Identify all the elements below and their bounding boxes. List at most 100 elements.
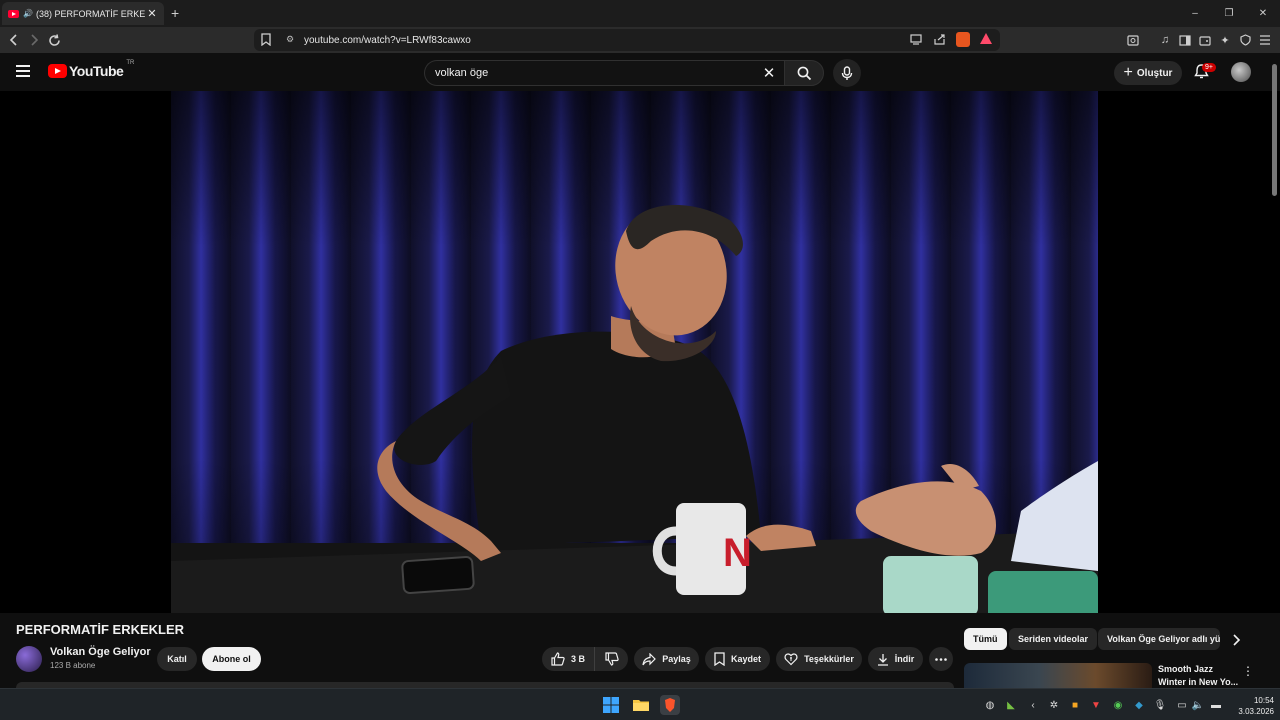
search-button[interactable] bbox=[784, 60, 824, 86]
page-scrollbar[interactable] bbox=[1272, 64, 1277, 196]
thanks-heart-icon bbox=[784, 653, 798, 666]
browser-tab-bar: 🔊 (38) PERFORMATİF ERKEKLER ✕ + – ❐ ✕ bbox=[0, 0, 1280, 27]
voice-search-button[interactable] bbox=[833, 59, 861, 87]
country-code: TR bbox=[126, 60, 135, 66]
address-bar[interactable]: ⚙ youtube.com/watch?v=LRWf83cawxo bbox=[254, 29, 1000, 51]
recommended-title[interactable]: Smooth Jazz Winter in New Yo... bbox=[1158, 663, 1240, 689]
tray-app-icon-4[interactable]: ✲ bbox=[1048, 699, 1060, 711]
battery-icon[interactable]: ▬ bbox=[1210, 699, 1222, 711]
browser-tab[interactable]: 🔊 (38) PERFORMATİF ERKEKLER ✕ bbox=[2, 2, 164, 25]
speaker-icon[interactable]: 🔊 bbox=[23, 9, 33, 18]
minimize-button[interactable]: – bbox=[1178, 0, 1212, 27]
browser-menu-icon[interactable] bbox=[1258, 33, 1272, 47]
search-icon bbox=[797, 66, 811, 80]
brave-rewards-icon[interactable] bbox=[980, 33, 992, 44]
mug-logo: N bbox=[723, 531, 752, 575]
recommended-more-icon[interactable]: ⋮ bbox=[1242, 664, 1254, 678]
url-text: youtube.com/watch?v=LRWf83cawxo bbox=[304, 34, 471, 46]
share-icon bbox=[642, 652, 657, 665]
antivirus-tray-icon[interactable]: ▼ bbox=[1090, 699, 1102, 711]
chip-all[interactable]: Tümü bbox=[964, 628, 1007, 650]
youtube-play-icon bbox=[48, 64, 67, 78]
share-label: Paylaş bbox=[662, 654, 691, 664]
search-input[interactable]: volkan öge bbox=[424, 60, 784, 86]
join-label: Katıl bbox=[167, 654, 187, 664]
close-window-button[interactable]: ✕ bbox=[1246, 0, 1280, 27]
chip-channel-uploads[interactable]: Volkan Öge Geliyor adlı yü bbox=[1098, 628, 1220, 650]
microphone-tray-icon[interactable]: 🎙 bbox=[1154, 699, 1167, 711]
volume-icon[interactable]: 🔈 bbox=[1192, 699, 1204, 711]
chips-next-icon[interactable] bbox=[1232, 634, 1241, 646]
download-button[interactable]: İndir bbox=[868, 647, 923, 671]
microphone-icon bbox=[841, 65, 853, 80]
tab-title: (38) PERFORMATİF ERKEKLER bbox=[35, 8, 146, 19]
notification-badge: 9+ bbox=[1202, 63, 1216, 72]
windows-taskbar: ◍ ◣ ‹ ✲ ■ ▼ ◉ ◆ 🎙 ▭ 🔈 ▬ 10:54 3.03.2026 bbox=[0, 688, 1280, 720]
subscribe-button[interactable]: Abone ol bbox=[202, 647, 261, 671]
windows-start-icon[interactable] bbox=[602, 696, 620, 714]
tray-app-icon-8[interactable]: ◆ bbox=[1133, 699, 1145, 711]
dislike-button[interactable] bbox=[594, 647, 628, 671]
nvidia-tray-icon[interactable]: ◣ bbox=[1005, 699, 1017, 711]
logo-text: YouTube bbox=[69, 63, 124, 79]
plus-icon: + bbox=[1123, 64, 1133, 81]
thanks-label: Teşekkürler bbox=[804, 654, 854, 664]
video-player[interactable]: N bbox=[0, 91, 1280, 613]
file-explorer-icon[interactable] bbox=[632, 696, 650, 714]
save-button[interactable]: Kaydet bbox=[705, 647, 770, 671]
sidebar-icon[interactable] bbox=[1178, 33, 1192, 47]
vpn-shield-icon[interactable] bbox=[1238, 33, 1252, 47]
save-label: Kaydet bbox=[730, 654, 761, 664]
forward-icon[interactable] bbox=[26, 32, 42, 48]
video-frame[interactable]: N bbox=[171, 91, 1098, 613]
download-label: İndir bbox=[894, 654, 915, 664]
download-icon bbox=[877, 653, 888, 666]
screenshot-icon[interactable] bbox=[1126, 33, 1140, 47]
thanks-button[interactable]: Teşekkürler bbox=[776, 647, 862, 671]
site-settings-icon[interactable]: ⚙ bbox=[286, 34, 294, 45]
channel-avatar[interactable] bbox=[16, 646, 42, 672]
window-controls: – ❐ ✕ bbox=[1178, 0, 1280, 27]
tray-app-icon-1[interactable]: ◍ bbox=[984, 699, 996, 711]
create-button[interactable]: + Oluştur bbox=[1114, 61, 1182, 85]
browser-nav-bar: ⚙ youtube.com/watch?v=LRWf83cawxo ♫ ✦ bbox=[0, 27, 1280, 53]
brave-browser-taskbar-icon[interactable] bbox=[660, 695, 680, 715]
thumbs-down-icon bbox=[604, 652, 619, 666]
tray-app-icon-5[interactable]: ■ bbox=[1069, 699, 1081, 711]
guide-menu-icon[interactable] bbox=[16, 65, 30, 77]
subscribe-label: Abone ol bbox=[212, 654, 251, 664]
media-icon[interactable]: ♫ bbox=[1158, 33, 1172, 47]
clear-search-icon[interactable]: ✕ bbox=[760, 64, 778, 82]
wallet-icon[interactable] bbox=[1198, 33, 1212, 47]
create-label: Oluştur bbox=[1136, 67, 1173, 79]
brave-shields-icon[interactable] bbox=[956, 32, 970, 47]
join-button[interactable]: Katıl bbox=[157, 647, 197, 671]
video-title: PERFORMATİF ERKEKLER bbox=[16, 622, 185, 637]
video-scene: N bbox=[171, 204, 1098, 613]
tab-close-icon[interactable]: ✕ bbox=[146, 7, 158, 20]
chip-series-videos[interactable]: Seriden videolar bbox=[1009, 628, 1098, 650]
reload-icon[interactable] bbox=[46, 32, 62, 48]
tray-app-icon-7[interactable]: ◉ bbox=[1112, 699, 1124, 711]
cast-icon[interactable] bbox=[910, 34, 922, 45]
tray-app-icon-3[interactable]: ‹ bbox=[1027, 699, 1039, 711]
taskbar-clock[interactable]: 10:54 3.03.2026 bbox=[1228, 695, 1274, 717]
account-avatar[interactable] bbox=[1231, 62, 1251, 82]
save-icon bbox=[714, 652, 725, 666]
clock-time: 10:54 bbox=[1253, 696, 1274, 705]
youtube-logo[interactable]: YouTube TR bbox=[48, 60, 135, 79]
leo-ai-icon[interactable]: ✦ bbox=[1218, 33, 1232, 47]
youtube-favicon-icon bbox=[8, 9, 19, 18]
youtube-header: YouTube TR volkan öge ✕ + Oluştur 9+ bbox=[0, 53, 1280, 91]
channel-name[interactable]: Volkan Öge Geliyor bbox=[50, 646, 151, 658]
like-count: 3 B bbox=[570, 654, 585, 664]
bookmark-icon[interactable] bbox=[261, 33, 271, 46]
back-icon[interactable] bbox=[6, 32, 22, 48]
share-page-icon[interactable] bbox=[934, 34, 946, 45]
share-button[interactable]: Paylaş bbox=[634, 647, 699, 671]
like-button[interactable]: 3 B bbox=[542, 647, 594, 671]
new-tab-button[interactable]: + bbox=[171, 5, 179, 21]
restore-button[interactable]: ❐ bbox=[1212, 0, 1246, 27]
network-icon[interactable]: ▭ bbox=[1176, 699, 1188, 711]
more-actions-button[interactable] bbox=[929, 647, 953, 671]
